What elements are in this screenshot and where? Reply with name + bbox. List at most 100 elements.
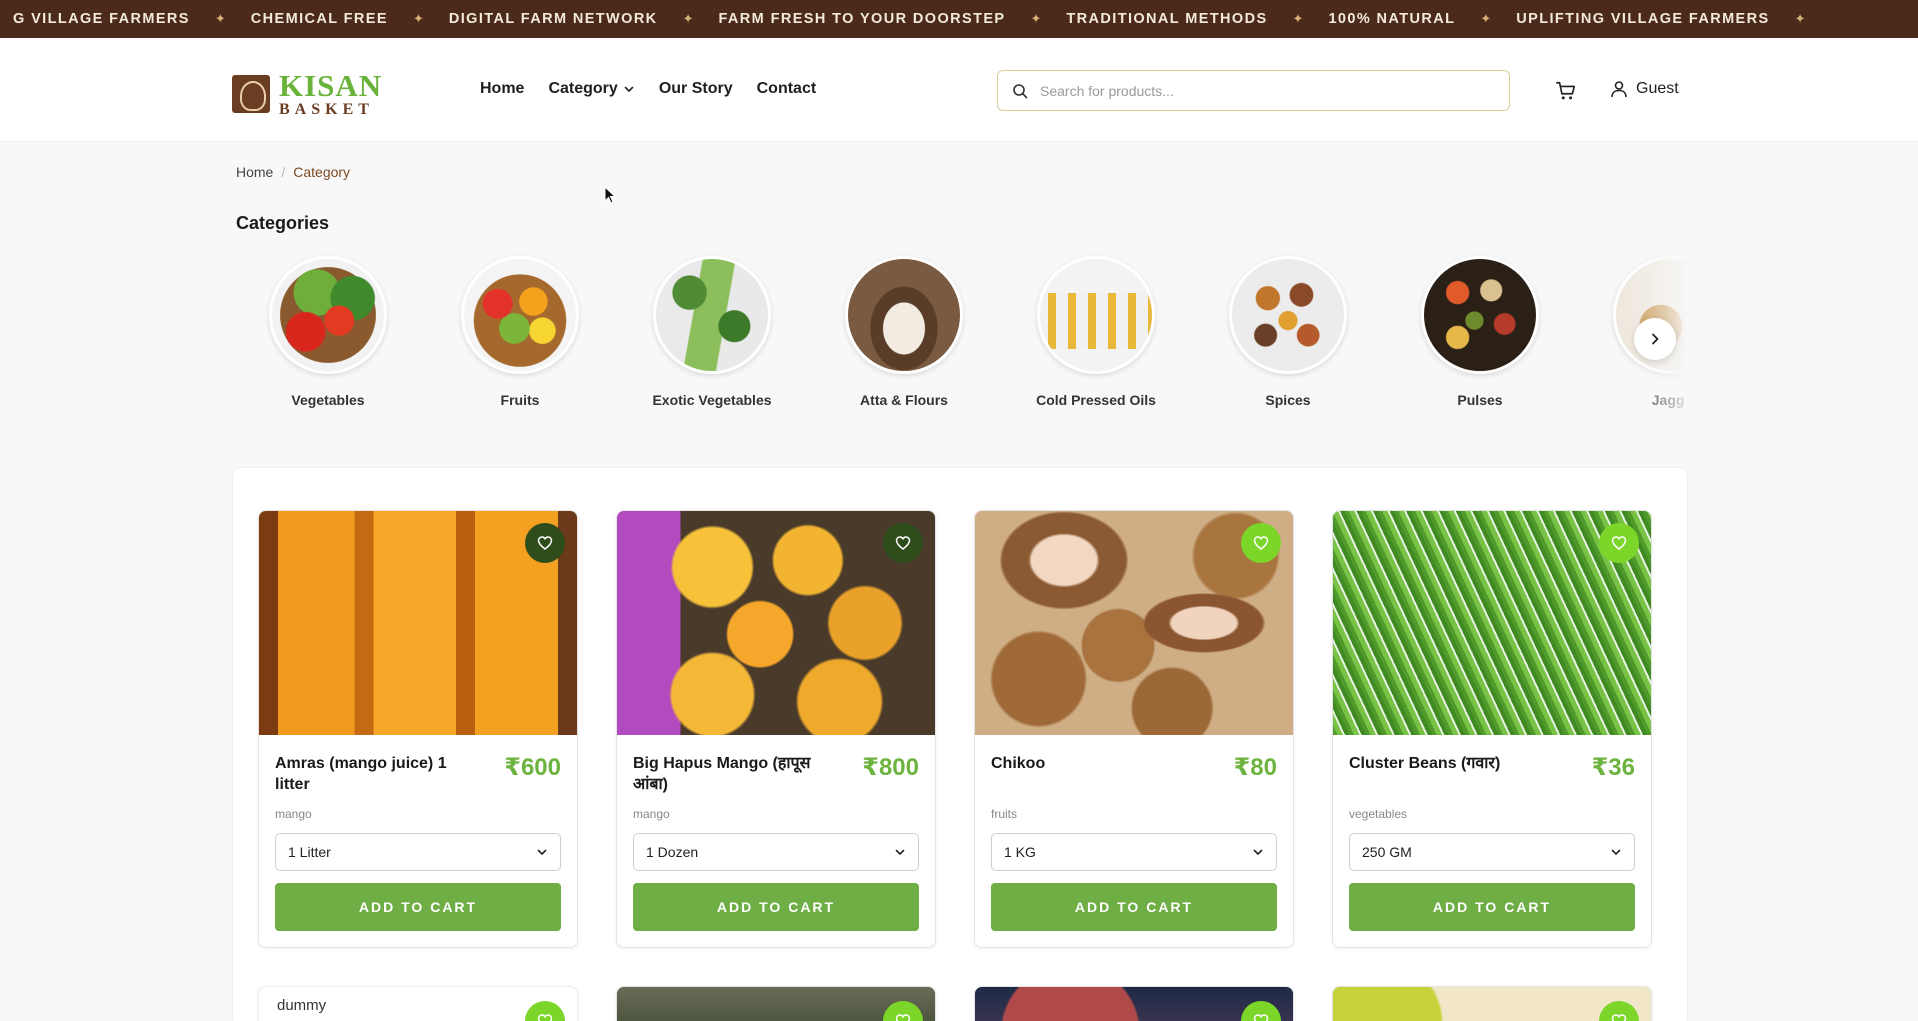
product-name[interactable]: Amras (mango juice) 1 litter [275,753,485,795]
wishlist-button[interactable] [883,523,923,563]
variant-select[interactable]: 1 Litter [275,833,561,871]
product-image[interactable] [617,511,935,735]
category-label: Exotic Vegetables [652,392,772,408]
wishlist-button[interactable] [1599,1001,1639,1021]
variant-select[interactable]: 1 Dozen [633,833,919,871]
product-card [974,986,1294,1021]
product-info: Amras (mango juice) 1 litter ₹600 mango … [259,735,577,947]
product-category: mango [275,807,312,821]
user-name: Guest [1636,80,1679,97]
mouse-cursor-icon [604,186,616,204]
product-image[interactable] [975,511,1293,735]
variant-select[interactable]: 1 KG [991,833,1277,871]
category-spices[interactable]: Spices [1192,246,1384,408]
variant-selected-value: 1 KG [1004,844,1036,860]
product-card [1332,986,1652,1021]
marquee-item: UPLIFTING VILLAGE FARMERS [1516,11,1770,27]
product-image[interactable] [1333,511,1651,735]
product-name[interactable]: Big Hapus Mango (हापूस आंबा) [633,753,843,795]
product-card: Chikoo ₹80 fruits 1 KG ADD TO CART [974,510,1294,948]
star-separator-icon: ✦ [682,11,694,26]
category-cold-pressed-oils[interactable]: Cold Pressed Oils [1000,246,1192,408]
broken-image-alt: dummy [277,997,327,1014]
category-image-pulses [1421,256,1539,374]
carousel-next-button[interactable] [1634,318,1676,360]
variant-selected-value: 250 GM [1362,844,1412,860]
chevron-right-icon [1652,333,1659,345]
category-pulses[interactable]: Pulses [1384,246,1576,408]
product-price: ₹80 [1233,754,1277,781]
product-card: dummy [258,986,578,1021]
nav-category-label: Category [548,80,618,97]
chevron-down-icon [1253,849,1263,856]
product-card: Big Hapus Mango (हापूस आंबा) ₹800 mango … [616,510,936,948]
user-icon [1611,81,1627,98]
add-to-cart-button[interactable]: ADD TO CART [991,883,1277,931]
product-info: Cluster Beans (गवार) ₹36 vegetables 250 … [1333,735,1651,947]
category-image-spices [1229,256,1347,374]
product-image[interactable] [259,511,577,735]
search-icon [1013,83,1028,98]
category-label: Vegetables [291,392,365,408]
main-nav: Home Category Our Story Contact [480,80,840,98]
category-image-vegetables [269,256,387,374]
nav-contact-link[interactable]: Contact [757,80,817,98]
nav-category-dropdown[interactable]: Category [548,80,634,98]
star-separator-icon: ✦ [1030,11,1042,26]
product-info: Big Hapus Mango (हापूस आंबा) ₹800 mango … [617,735,935,947]
product-price: ₹800 [862,754,919,781]
wishlist-button[interactable] [525,523,565,563]
heart-icon [537,1014,553,1021]
marquee-item: FARM FRESH TO YOUR DOORSTEP [718,11,1006,27]
site-header: KISAN BASKET Home Category Our Story Con… [0,38,1918,142]
user-account-button[interactable]: Guest [1610,80,1679,98]
wishlist-button[interactable] [883,1001,923,1021]
heart-icon [1253,1014,1269,1021]
product-category: fruits [991,807,1018,821]
product-card: Amras (mango juice) 1 litter ₹600 mango … [258,510,578,948]
nav-our-story-link[interactable]: Our Story [659,80,733,98]
product-name[interactable]: Cluster Beans (गवार) [1349,753,1500,774]
wishlist-button[interactable] [525,1001,565,1021]
categories-heading: Categories [236,213,330,233]
star-separator-icon: ✦ [1794,11,1806,26]
category-fruits[interactable]: Fruits [424,246,616,408]
add-to-cart-button[interactable]: ADD TO CART [1349,883,1635,931]
breadcrumb-home-link[interactable]: Home [236,164,273,180]
star-separator-icon: ✦ [412,11,424,26]
brand-name-line2: BASKET [279,101,374,118]
product-price: ₹600 [504,754,561,781]
category-vegetables[interactable]: Vegetables [232,246,424,408]
product-info: Chikoo ₹80 fruits 1 KG ADD TO CART [975,735,1293,947]
brand-logo[interactable]: KISAN BASKET [232,70,382,118]
add-to-cart-button[interactable]: ADD TO CART [633,883,919,931]
nav-home-link[interactable]: Home [480,80,524,98]
variant-selected-value: 1 Litter [288,844,331,860]
product-category: mango [633,807,670,821]
category-image-cold-pressed-oils [1037,256,1155,374]
product-name[interactable]: Chikoo [991,753,1045,774]
marquee-item: TRADITIONAL METHODS [1066,11,1268,27]
category-image-fruits [461,256,579,374]
breadcrumb-current: Category [293,164,351,180]
cart-button[interactable] [1555,80,1579,104]
category-atta-flours[interactable]: Atta & Flours [808,246,1000,408]
wishlist-button[interactable] [1241,1001,1281,1021]
heart-icon [537,536,553,550]
product-grid: Amras (mango juice) 1 litter ₹600 mango … [232,467,1688,1021]
category-label: Atta & Flours [860,392,948,408]
variant-select[interactable]: 250 GM [1349,833,1635,871]
marquee-item: G VILLAGE FARMERS [13,11,190,27]
heart-icon [1253,536,1269,550]
category-label: Pulses [1457,392,1503,408]
category-exotic-vegetables[interactable]: Exotic Vegetables [616,246,808,408]
category-label: Fruits [500,392,540,408]
wishlist-button[interactable] [1599,523,1639,563]
search-input[interactable] [1040,82,1480,99]
add-to-cart-button[interactable]: ADD TO CART [275,883,561,931]
marquee-item: DIGITAL FARM NETWORK [448,11,658,27]
star-separator-icon: ✦ [1292,11,1304,26]
category-label: Cold Pressed Oils [1036,392,1156,408]
variant-selected-value: 1 Dozen [646,844,699,860]
wishlist-button[interactable] [1241,523,1281,563]
